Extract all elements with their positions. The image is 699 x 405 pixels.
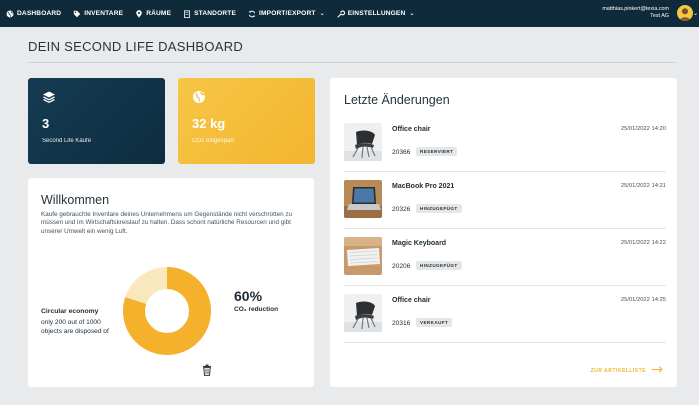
item-thumbnail-chair [344,294,382,332]
item-date: 25/01/2022 14:20 [620,126,666,132]
nav-inventare-label: INVENTARE [84,10,124,17]
status-badge: VERKAUFT [416,318,453,327]
nav-import-export[interactable]: IMPORT/EXPORT ⌄ [248,10,325,18]
item-thumbnail-laptop [344,180,382,218]
arrow-right-icon [651,366,663,375]
list-item[interactable]: Office chair 25/01/2022 14:25 20316 VERK… [344,294,666,344]
stat-value-purchases: 3 [42,116,50,131]
chevron-down-icon: ⌄ [319,11,325,17]
status-badge: RESERVIERT [416,147,458,156]
account-info[interactable]: matthias.pinkert@texia.com Test AG [602,6,669,20]
item-date: 25/01/2022 14:22 [620,240,666,246]
nav-einstellungen[interactable]: EINSTELLUNGEN ⌄ [337,9,415,18]
recent-changes-title: Letzte Änderungen [344,93,450,107]
nav-inventare[interactable]: INVENTARE [73,10,123,18]
status-badge: HINZUGEFÜGT [416,204,462,213]
item-date: 25/01/2022 14:21 [620,183,666,189]
stat-card-purchases: 3 Second Life Käufe [28,78,165,164]
list-item[interactable]: MacBook Pro 2021 25/01/2022 14:21 20326 … [344,180,666,230]
sync-icon [248,10,256,18]
circular-economy-text: only 200 out of 1000 objects are dispose… [41,319,109,335]
stat-label-purchases: Second Life Käufe [42,138,92,144]
nav-standorte[interactable]: STANDORTE [183,9,237,18]
nav-standorte-label: STANDORTE [194,10,237,17]
item-number: 20366 [392,149,411,156]
item-thumbnail-chair [344,123,382,161]
article-list-link[interactable]: ZUR ARTIKELLISTE [591,366,663,375]
item-name: MacBook Pro 2021 [392,183,455,190]
item-number: 20316 [392,320,411,327]
circular-economy-title: Circular economy [41,308,99,315]
co2-reduction-label: CO₂ reduction [234,306,279,313]
stat-label-co2: CO2 eingespart [192,138,235,144]
status-badge: HINZUGEFÜGT [416,261,462,270]
welcome-intro: Kaufe gebrauchte Inventare deines Untern… [41,211,292,235]
item-number: 20326 [392,206,411,213]
avatar[interactable] [677,5,693,21]
building-icon [183,9,191,18]
item-thumbnail-keyboard [344,237,382,275]
co2-reduction-percent: 60% [234,288,263,304]
globe-icon [6,10,14,18]
item-name: Magic Keyboard [392,240,447,247]
page-title: DEIN SECOND LIFE DASHBOARD [28,39,244,54]
article-list-link-label: ZUR ARTIKELLISTE [590,367,646,374]
circular-economy-donut [123,267,211,355]
welcome-card: Willkommen Kaufe gebrauchte Inventare de… [28,178,314,387]
nav-einstellungen-label: EINSTELLUNGEN [347,10,406,17]
list-item[interactable]: Magic Keyboard 25/01/2022 14:22 20206 HI… [344,237,666,287]
account-company: Test AG [650,13,669,19]
header-divider [28,62,676,63]
chevron-down-icon[interactable]: ⌄ [693,10,698,17]
welcome-title: Willkommen [41,193,110,207]
stat-card-co2: 32 kg CO2 eingespart [178,78,315,164]
nav-raeume[interactable]: RÄUME [135,9,172,18]
chevron-down-icon: ⌄ [409,11,415,17]
nav-raeume-label: RÄUME [146,10,172,17]
item-name: Office chair [392,126,431,133]
tag-icon [73,10,81,18]
stat-value-co2: 32 kg [192,116,226,131]
nav-import-export-label: IMPORT/EXPORT [259,10,316,17]
list-divider [344,228,666,229]
recent-changes-card: Letzte Änderungen Office chair 25/01/202… [330,78,677,387]
list-divider [344,285,666,286]
top-navigation-bar: DASHBOARD INVENTARE RÄUME STANDORTE IMPO… [0,0,699,27]
list-item[interactable]: Office chair 25/01/2022 14:20 20366 RESE… [344,123,666,173]
nav-dashboard[interactable]: DASHBOARD [6,10,61,18]
trash-icon [202,363,212,381]
globe-icon [192,91,206,108]
list-divider [344,171,666,172]
list-divider [344,342,666,343]
account-email: matthias.pinkert@texia.com [602,6,669,12]
item-date: 25/01/2022 14:25 [620,297,666,303]
item-name: Office chair [392,297,431,304]
nav-dashboard-label: DASHBOARD [17,10,62,17]
layers-icon [42,91,56,108]
wrench-icon [337,9,345,18]
main-nav: DASHBOARD INVENTARE RÄUME STANDORTE IMPO… [0,0,427,27]
pin-icon [135,9,143,18]
item-number: 20206 [392,263,411,270]
